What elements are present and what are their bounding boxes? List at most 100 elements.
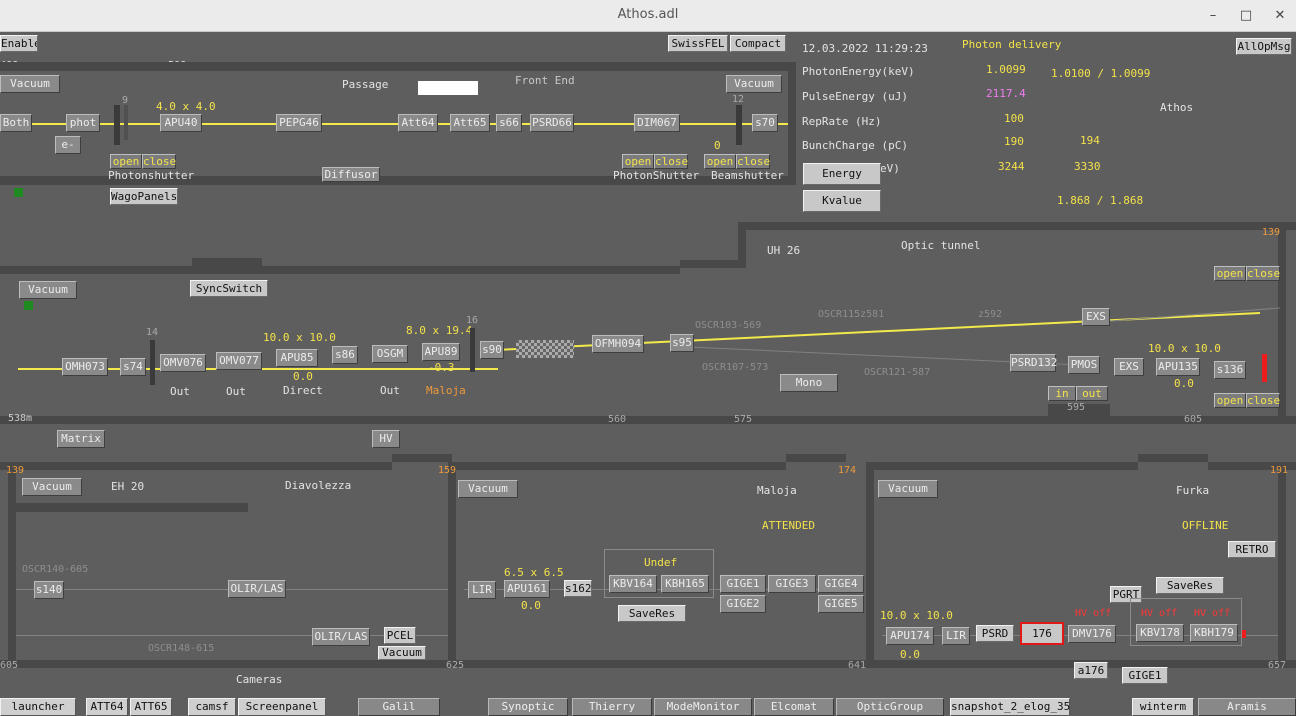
oscr107-label: OSCR107-573 xyxy=(702,362,769,373)
eh20-vacuum-button[interactable]: Vacuum xyxy=(22,478,82,496)
thierry-button[interactable]: Thierry xyxy=(572,698,652,716)
out-button[interactable]: out xyxy=(1076,386,1108,401)
gige1-button[interactable]: GIGE1 xyxy=(720,575,766,593)
apu135-size: 10.0 x 10.0 xyxy=(1148,342,1221,355)
gige3-button[interactable]: GIGE3 xyxy=(768,575,816,593)
launcher-button[interactable]: launcher xyxy=(0,698,76,716)
omv077-button[interactable]: OMV077 xyxy=(216,352,262,370)
kbv178-button[interactable]: KBV178 xyxy=(1136,624,1184,642)
olir-las-button[interactable]: OLIR/LAS xyxy=(228,580,286,598)
a176-button[interactable]: a176 xyxy=(1074,662,1108,679)
maloja-vacuum-button[interactable]: Vacuum xyxy=(458,480,518,498)
att65-taskbar-button[interactable]: ATT65 xyxy=(130,698,172,716)
eh20-title: EH 20 xyxy=(111,480,145,493)
marker-191: 191 xyxy=(1270,465,1289,476)
furka-alarm-indicator xyxy=(1242,630,1246,638)
oscr121-label: OSCR121-587 xyxy=(864,367,931,378)
psrd132-button[interactable]: PSRD132 xyxy=(1010,354,1057,372)
marker-16: 16 xyxy=(466,315,479,326)
eh20-vacuum2-button[interactable]: Vacuum xyxy=(378,646,426,660)
s74-button[interactable]: s74 xyxy=(120,358,146,376)
s90-button[interactable]: s90 xyxy=(480,341,504,359)
eh20-wall-right xyxy=(448,462,456,668)
s140-button[interactable]: s140 xyxy=(34,581,64,599)
eh20-wall-step xyxy=(392,454,452,462)
olir-las2-button[interactable]: OLIR/LAS xyxy=(312,628,370,646)
camsf-button[interactable]: camsf xyxy=(188,698,236,716)
elcomat-button[interactable]: Elcomat xyxy=(754,698,834,716)
furka-saveres-button[interactable]: SaveRes xyxy=(1156,577,1224,594)
galil-button[interactable]: Galil xyxy=(358,698,440,716)
omh073-button[interactable]: OMH073 xyxy=(62,358,108,376)
marker-560: 560 xyxy=(608,414,627,425)
psrd-button[interactable]: PSRD xyxy=(976,625,1014,642)
exs-top-button[interactable]: EXS xyxy=(1082,308,1110,326)
detector-176-button[interactable]: 176 xyxy=(1020,622,1064,645)
winterm-button[interactable]: winterm xyxy=(1132,698,1194,716)
s95-button[interactable]: s95 xyxy=(670,334,694,352)
mono-button[interactable]: Mono xyxy=(780,374,838,392)
oscr148-label: OSCR148-615 xyxy=(148,643,215,654)
apu174-button[interactable]: APU174 xyxy=(886,627,934,645)
distance-538: 538m xyxy=(8,413,33,424)
maloja-lir-button[interactable]: LIR xyxy=(468,581,496,599)
marker-625: 625 xyxy=(446,660,465,671)
pcel-button[interactable]: PCEL xyxy=(384,627,416,644)
apu161-size: 6.5 x 6.5 xyxy=(504,566,564,579)
dmv176-button[interactable]: DMV176 xyxy=(1068,625,1116,643)
marker-605-eh20: 605 xyxy=(0,660,19,671)
apu85-pos: 0.0 xyxy=(293,370,313,383)
att64-taskbar-button[interactable]: ATT64 xyxy=(86,698,128,716)
maloja-saveres-button[interactable]: SaveRes xyxy=(618,605,686,622)
s136-button[interactable]: s136 xyxy=(1214,361,1246,379)
screenpanel-button[interactable]: Screenpanel xyxy=(238,698,326,716)
omv076-button[interactable]: OMV076 xyxy=(160,354,206,372)
grating-pattern xyxy=(516,340,574,358)
maloja-route-label: Maloja xyxy=(426,384,466,397)
s86-button[interactable]: s86 xyxy=(332,346,358,364)
furka-lir-button[interactable]: LIR xyxy=(942,627,970,645)
hv-button[interactable]: HV xyxy=(372,430,400,448)
gige5-button[interactable]: GIGE5 xyxy=(818,595,864,613)
synoptic-button[interactable]: Synoptic xyxy=(488,698,568,716)
optics-beamline-grey2 xyxy=(1109,307,1281,322)
in-button[interactable]: in xyxy=(1048,386,1076,401)
cameras-label: Cameras xyxy=(236,673,283,686)
marker-159: 159 xyxy=(438,465,457,476)
marker-605: 605 xyxy=(1184,414,1203,425)
marker-174: 174 xyxy=(838,465,857,476)
ofmh094-button[interactable]: OFMH094 xyxy=(592,335,644,353)
retro-button[interactable]: RETRO xyxy=(1228,541,1276,558)
kb-group-status: Undef xyxy=(644,556,678,569)
kbh179-button[interactable]: KBH179 xyxy=(1190,624,1238,642)
apu89-size: 8.0 x 19.4 xyxy=(406,324,473,337)
modemonitor-button[interactable]: ModeMonitor xyxy=(654,698,752,716)
apu135-button[interactable]: APU135 xyxy=(1156,358,1200,376)
gige2-button[interactable]: GIGE2 xyxy=(720,595,766,613)
optics-open-button-bottom[interactable]: open xyxy=(1214,393,1246,408)
eh20-wall-top xyxy=(0,462,392,470)
maloja-wall-top xyxy=(456,462,786,470)
matrix-button[interactable]: Matrix xyxy=(57,430,105,448)
shutter-bar-16 xyxy=(470,328,475,372)
maloja-wall-right xyxy=(866,462,874,668)
exs-button[interactable]: EXS xyxy=(1114,358,1144,376)
s162-button[interactable]: s162 xyxy=(564,580,592,597)
optics-close-button-bottom[interactable]: close xyxy=(1246,393,1280,408)
furka-gige1-button[interactable]: GIGE1 xyxy=(1122,667,1168,684)
snapshot-button[interactable]: snapshot_2_elog_35 xyxy=(950,698,1070,716)
aramis-button[interactable]: Aramis xyxy=(1198,698,1296,716)
furka-vacuum-button[interactable]: Vacuum xyxy=(878,480,938,498)
marker-14: 14 xyxy=(146,327,159,338)
gige4-button[interactable]: GIGE4 xyxy=(818,575,864,593)
pmos-button[interactable]: PMOS xyxy=(1068,356,1100,374)
apu161-button[interactable]: APU161 xyxy=(504,580,550,598)
maloja-status: ATTENDED xyxy=(762,519,815,532)
opticgroup-button[interactable]: OpticGroup xyxy=(836,698,944,716)
furka-wall-top xyxy=(874,462,1138,470)
kbv164-button[interactable]: KBV164 xyxy=(609,575,657,593)
osgm-button[interactable]: OSGM xyxy=(372,345,408,363)
kbh165-button[interactable]: KBH165 xyxy=(661,575,709,593)
apu85-button[interactable]: APU85 xyxy=(276,349,318,367)
apu89-button[interactable]: APU89 xyxy=(422,343,460,361)
